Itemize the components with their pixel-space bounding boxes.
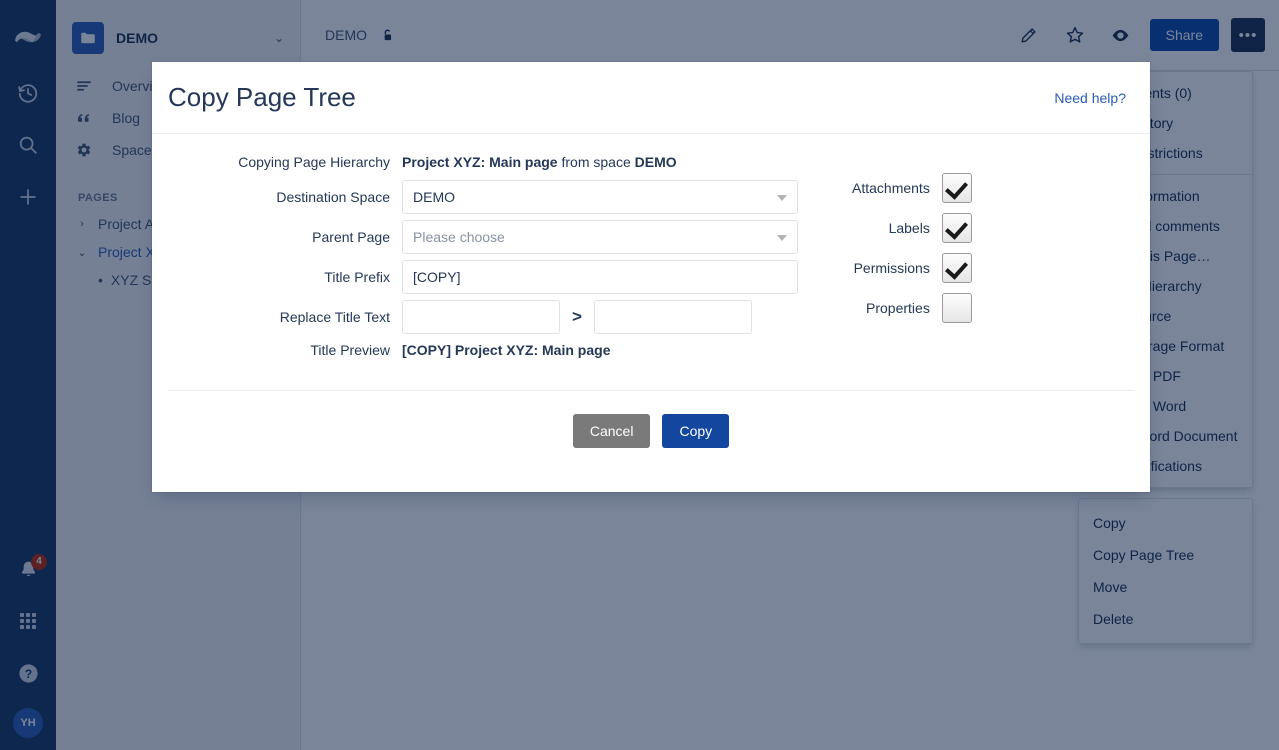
parent-page-label: Parent Page bbox=[312, 229, 390, 245]
parent-page-select[interactable]: Please choose bbox=[402, 220, 798, 254]
title-preview-value: [COPY] Project XYZ: Main page bbox=[402, 342, 611, 358]
option-attachments: Attachments bbox=[852, 168, 972, 208]
option-label: Properties bbox=[866, 300, 930, 316]
replace-title-text-control: > bbox=[402, 300, 798, 334]
hierarchy-value: Project XYZ: Main page from space DEMO bbox=[402, 154, 677, 170]
attachments-checkbox[interactable] bbox=[941, 173, 972, 203]
dialog-body: Copying Page Hierarchy Project XYZ: Main… bbox=[152, 134, 1150, 470]
replace-to-input[interactable] bbox=[593, 300, 752, 334]
chevron-down-icon bbox=[777, 235, 787, 241]
destination-space-control: DEMO bbox=[402, 180, 798, 214]
replace-from-input[interactable] bbox=[402, 300, 560, 334]
row-title-prefix: Title Prefix bbox=[152, 260, 1150, 294]
chevron-down-icon bbox=[777, 195, 787, 201]
row-copying-page-hierarchy: Copying Page Hierarchy Project XYZ: Main… bbox=[152, 154, 1150, 170]
replace-arrow-icon: > bbox=[572, 307, 582, 326]
option-permissions: Permissions bbox=[852, 248, 972, 288]
destination-space-value: DEMO bbox=[413, 189, 455, 205]
replace-title-text-label: Replace Title Text bbox=[279, 309, 390, 325]
title-prefix-label: Title Prefix bbox=[324, 269, 390, 285]
copy-options: Attachments Labels Permissions Propertie… bbox=[852, 168, 972, 328]
labels-checkbox[interactable] bbox=[941, 213, 972, 243]
destination-space-label: Destination Space bbox=[276, 189, 390, 205]
option-label: Labels bbox=[888, 220, 930, 236]
option-label: Attachments bbox=[852, 180, 930, 196]
row-parent-page: Parent Page Please choose bbox=[152, 220, 1150, 254]
option-label: Permissions bbox=[853, 260, 930, 276]
option-properties: Properties bbox=[852, 288, 972, 328]
copy-page-tree-dialog: Copy Page Tree Need help? Copying Page H… bbox=[152, 62, 1150, 492]
title-prefix-input[interactable] bbox=[402, 260, 798, 294]
cancel-button[interactable]: Cancel bbox=[572, 413, 651, 448]
destination-space-select[interactable]: DEMO bbox=[402, 180, 798, 214]
dialog-header: Copy Page Tree Need help? bbox=[152, 62, 1150, 134]
parent-page-placeholder: Please choose bbox=[413, 229, 505, 245]
need-help-link[interactable]: Need help? bbox=[1054, 90, 1126, 106]
option-labels: Labels bbox=[852, 208, 972, 248]
dialog-title: Copy Page Tree bbox=[168, 82, 356, 112]
hierarchy-page-name: Project XYZ: Main page bbox=[402, 154, 558, 170]
parent-page-control: Please choose bbox=[402, 220, 798, 254]
hierarchy-mid-text: from space bbox=[561, 154, 631, 170]
hierarchy-space-name: DEMO bbox=[634, 154, 677, 170]
hierarchy-label: Copying Page Hierarchy bbox=[238, 154, 390, 170]
permissions-checkbox[interactable] bbox=[941, 253, 972, 283]
copy-button[interactable]: Copy bbox=[662, 413, 730, 448]
properties-checkbox[interactable] bbox=[941, 293, 972, 323]
row-destination-space: Destination Space DEMO bbox=[152, 180, 1150, 214]
title-preview-label: Title Preview bbox=[310, 342, 390, 358]
dialog-footer: Cancel Copy bbox=[168, 390, 1134, 470]
title-prefix-control bbox=[402, 260, 798, 294]
row-title-preview: Title Preview [COPY] Project XYZ: Main p… bbox=[152, 342, 1150, 358]
confluence-app: 4 ? YH bbox=[0, 0, 1279, 750]
row-replace-title-text: Replace Title Text > bbox=[152, 300, 1150, 334]
